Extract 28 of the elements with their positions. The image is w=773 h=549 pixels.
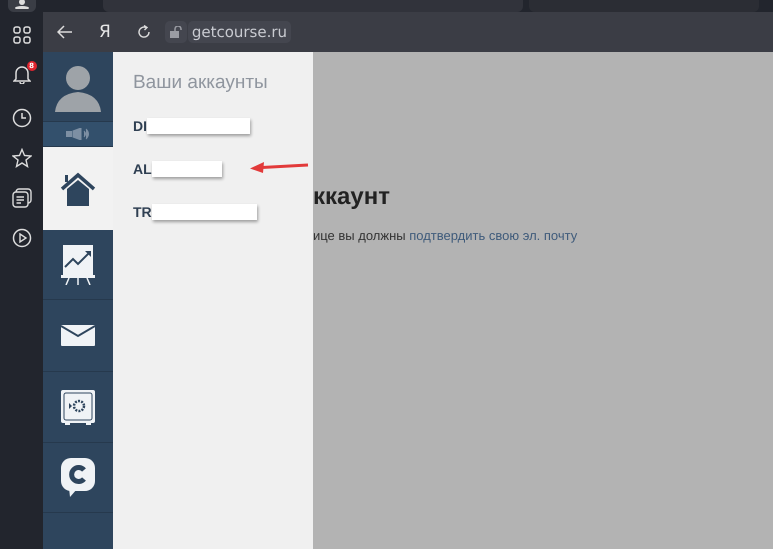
account-name[interactable]: TR xyxy=(133,204,152,220)
account-name[interactable]: AL xyxy=(133,161,152,177)
reload-icon[interactable] xyxy=(136,25,151,39)
bell-icon[interactable] xyxy=(12,64,30,84)
profile-icon[interactable] xyxy=(14,0,30,9)
safe-icon[interactable] xyxy=(61,390,95,424)
star-icon[interactable] xyxy=(12,148,32,168)
lock-icon[interactable] xyxy=(170,26,182,38)
chart-icon[interactable] xyxy=(61,244,95,284)
nav-item[interactable] xyxy=(43,122,113,147)
page-text: ице вы должны подтвердить свою эл. почту xyxy=(313,228,578,243)
back-icon[interactable] xyxy=(57,25,73,39)
home-icon[interactable] xyxy=(60,172,96,206)
page-heading: ккаунт xyxy=(313,183,391,211)
url-text[interactable]: getcourse.ru xyxy=(188,21,292,43)
annotation-arrow xyxy=(250,160,310,174)
collections-icon[interactable] xyxy=(12,188,32,208)
clock-icon[interactable] xyxy=(12,108,32,128)
mail-icon[interactable] xyxy=(61,325,95,346)
speaker-icon xyxy=(66,128,90,140)
redaction-bar xyxy=(152,161,222,177)
panel-title: Ваши аккаунты xyxy=(133,72,269,94)
nav-item[interactable] xyxy=(43,147,113,230)
chat-logo-icon[interactable] xyxy=(61,458,95,497)
apps-grid-icon[interactable] xyxy=(12,26,30,44)
account-name[interactable]: DI xyxy=(133,118,147,134)
browser-logo[interactable]: Я xyxy=(99,22,111,42)
play-icon[interactable] xyxy=(12,228,32,248)
